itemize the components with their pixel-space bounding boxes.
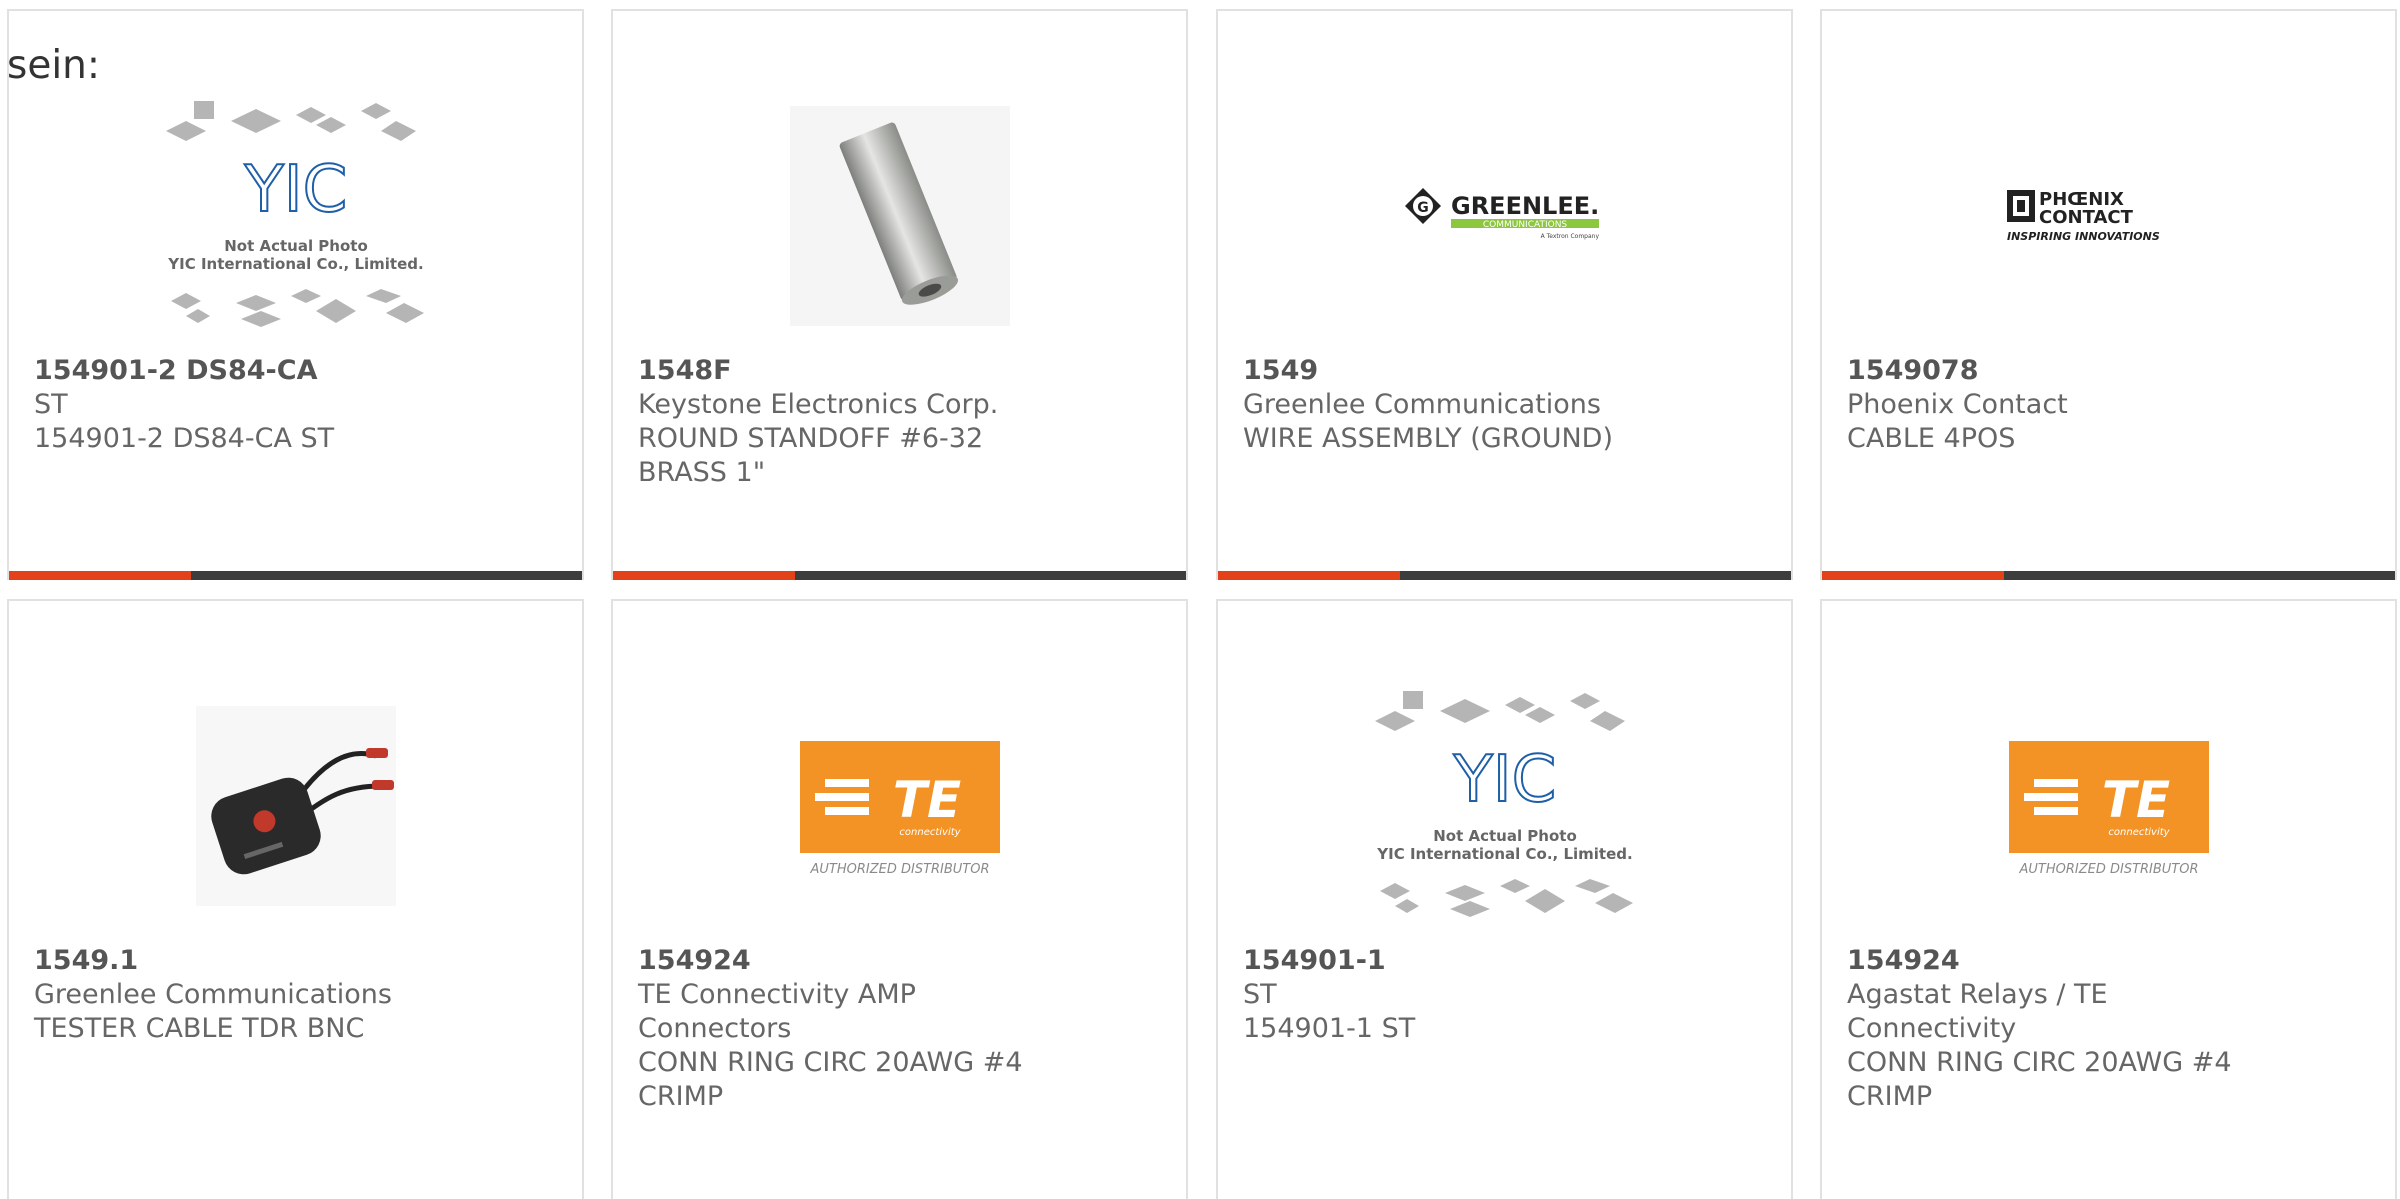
product-image[interactable]: YIC Not Actual Photo YIC International C… <box>1218 671 1791 941</box>
image-caption-2: YIC International Co., Limited. <box>167 255 423 273</box>
product-card[interactable]: 1549.1 Greenlee Communications TESTER CA… <box>7 599 584 1199</box>
description: ROUND STANDOFF #6-32 BRASS 1" <box>638 423 984 488</box>
part-number[interactable]: 1549078 <box>1847 354 2277 388</box>
te-wordmark: TE <box>892 771 960 829</box>
description: 154901-1 ST <box>1243 1013 1416 1044</box>
image-caption-2: YIC International Co., Limited. <box>1376 845 1632 863</box>
part-number[interactable]: 154901-1 <box>1243 944 1673 978</box>
greenlee-subtitle: COMMUNICATIONS <box>1482 220 1567 230</box>
manufacturer: TE Connectivity AMP Connectors <box>638 979 916 1044</box>
product-card[interactable]: YIC Not Actual Photo YIC International C… <box>1216 599 1793 1199</box>
te-subtitle: connectivity <box>899 827 961 838</box>
greenlee-tagline: A Textron Company <box>1540 233 1599 240</box>
product-card[interactable]: 1548F Keystone Electronics Corp. ROUND S… <box>611 9 1188 580</box>
card-accent-bar <box>613 571 1186 580</box>
product-image[interactable]: TE connectivity AUTHORIZED DISTRIBUTOR <box>1822 671 2395 941</box>
product-image[interactable]: G GREENLEE. COMMUNICATIONS A Textron Com… <box>1218 81 1791 351</box>
product-image[interactable] <box>613 81 1186 351</box>
manufacturer: Phoenix Contact <box>1847 389 2068 420</box>
product-image[interactable]: TE connectivity AUTHORIZED DISTRIBUTOR <box>613 671 1186 941</box>
te-tagline: AUTHORIZED DISTRIBUTOR <box>809 862 989 877</box>
part-number[interactable]: 1548F <box>638 354 1068 388</box>
te-wordmark: TE <box>2101 771 2169 829</box>
product-image[interactable]: PHŒNIX CONTACT INSPIRING INNOVATIONS <box>1822 81 2395 351</box>
product-image[interactable]: YIC Not Actual Photo YIC International C… <box>9 81 582 351</box>
manufacturer: Greenlee Communications <box>34 979 392 1010</box>
greenlee-wordmark: GREENLEE. <box>1451 192 1599 220</box>
image-caption-1: Not Actual Photo <box>224 237 368 255</box>
svg-text:G: G <box>1417 200 1429 216</box>
manufacturer: Keystone Electronics Corp. <box>638 389 999 420</box>
part-number[interactable]: 154924 <box>1847 944 2277 978</box>
phoenix-wordmark-2: CONTACT <box>2039 207 2134 228</box>
part-number[interactable]: 1549.1 <box>34 944 464 978</box>
product-card[interactable]: TE connectivity AUTHORIZED DISTRIBUTOR 1… <box>1820 599 2397 1199</box>
description: CABLE 4POS <box>1847 423 2016 454</box>
product-image[interactable] <box>9 671 582 941</box>
product-card[interactable]: G GREENLEE. COMMUNICATIONS A Textron Com… <box>1216 9 1793 580</box>
phoenix-tagline: INSPIRING INNOVATIONS <box>2007 230 2160 243</box>
card-accent-bar <box>9 571 582 580</box>
product-card[interactable]: PHŒNIX CONTACT INSPIRING INNOVATIONS 154… <box>1820 9 2397 580</box>
manufacturer: ST <box>1243 979 1277 1010</box>
card-accent-bar <box>1218 571 1791 580</box>
te-subtitle: connectivity <box>2108 827 2170 838</box>
image-caption-1: Not Actual Photo <box>1433 827 1577 845</box>
product-card[interactable]: YIC Not Actual Photo YIC International C… <box>7 9 584 580</box>
svg-text:YIC: YIC <box>1452 743 1556 817</box>
description: CONN RING CIRC 20AWG #4 CRIMP <box>1847 1047 2232 1112</box>
manufacturer: Greenlee Communications <box>1243 389 1601 420</box>
svg-text:YIC: YIC <box>243 153 347 227</box>
section-heading: sein: <box>7 43 101 88</box>
description: CONN RING CIRC 20AWG #4 CRIMP <box>638 1047 1023 1112</box>
description: TESTER CABLE TDR BNC <box>34 1013 365 1044</box>
manufacturer: ST <box>34 389 68 420</box>
part-number[interactable]: 1549 <box>1243 354 1673 388</box>
card-accent-bar <box>1822 571 2395 580</box>
part-number[interactable]: 154901-2 DS84-CA <box>34 354 464 388</box>
part-number[interactable]: 154924 <box>638 944 1068 978</box>
description: 154901-2 DS84-CA ST <box>34 423 335 454</box>
te-tagline: AUTHORIZED DISTRIBUTOR <box>2018 862 2198 877</box>
description: WIRE ASSEMBLY (GROUND) <box>1243 423 1613 454</box>
manufacturer: Agastat Relays / TE Connectivity <box>1847 979 2108 1044</box>
product-card[interactable]: TE connectivity AUTHORIZED DISTRIBUTOR 1… <box>611 599 1188 1199</box>
